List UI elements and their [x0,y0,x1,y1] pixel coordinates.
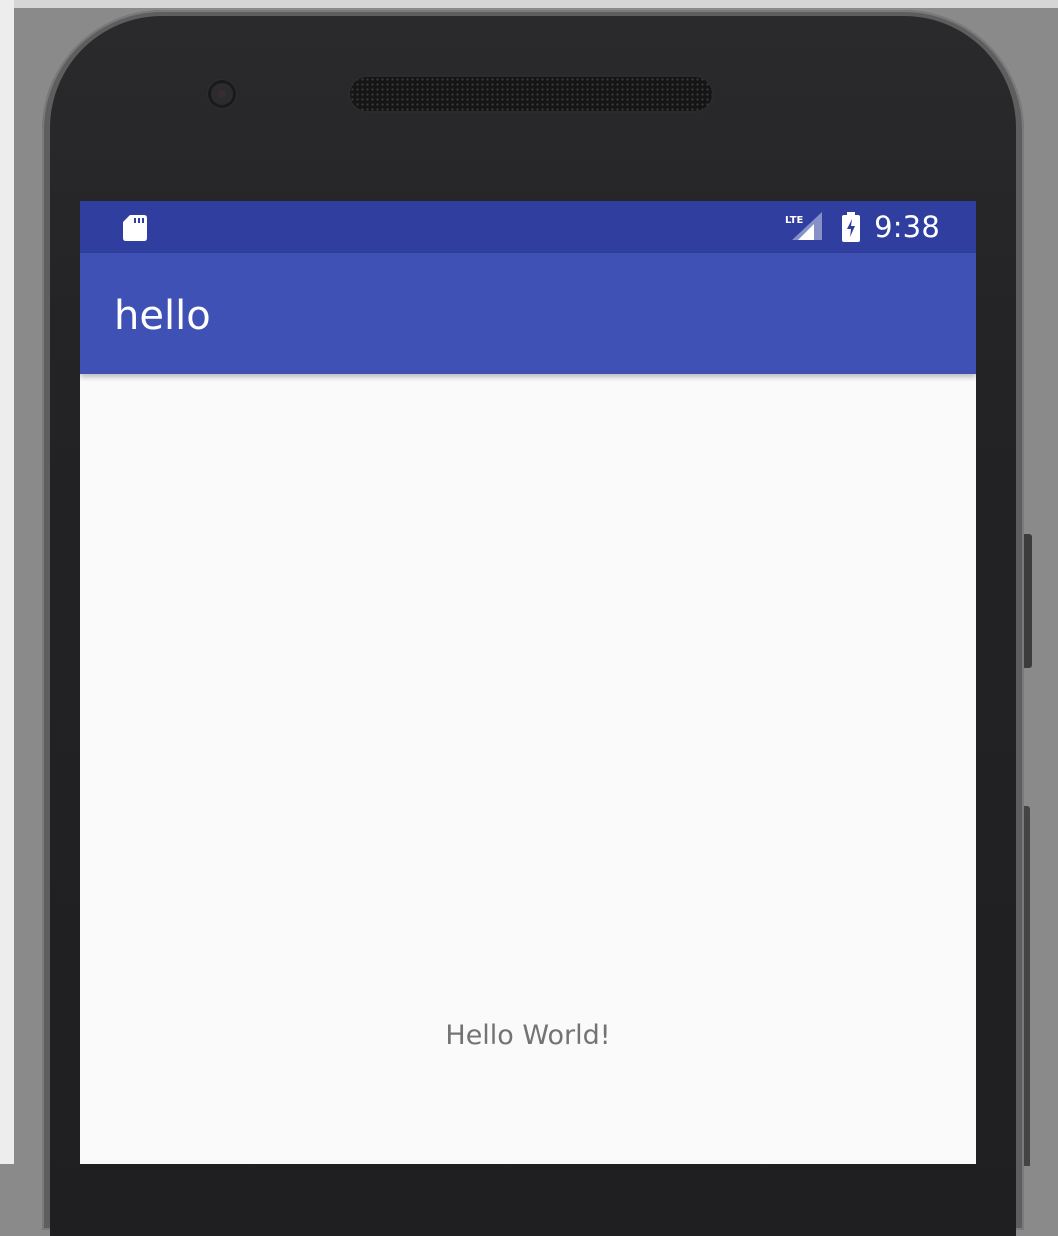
window-top-edge [0,0,1058,8]
status-indicators: LTE 9:38 [784,201,940,253]
battery-charging-icon [842,212,861,242]
window-left-edge [0,0,14,1164]
lte-signal-icon: LTE [785,212,823,240]
status-bar: LTE 9:38 [80,201,976,253]
volume-button[interactable] [1024,806,1030,1166]
app-title: hello [114,293,211,339]
lte-label: LTE [785,215,804,226]
sd-card-icon [123,215,147,241]
device-screen: LTE 9:38 hello Hello World! [80,201,976,1164]
status-clock: 9:38 [874,210,940,244]
power-button[interactable] [1024,534,1032,668]
hello-world-text: Hello World! [445,1020,611,1051]
speaker-grille-icon [350,77,712,111]
app-toolbar: hello [80,253,976,374]
front-camera-icon [208,80,236,108]
